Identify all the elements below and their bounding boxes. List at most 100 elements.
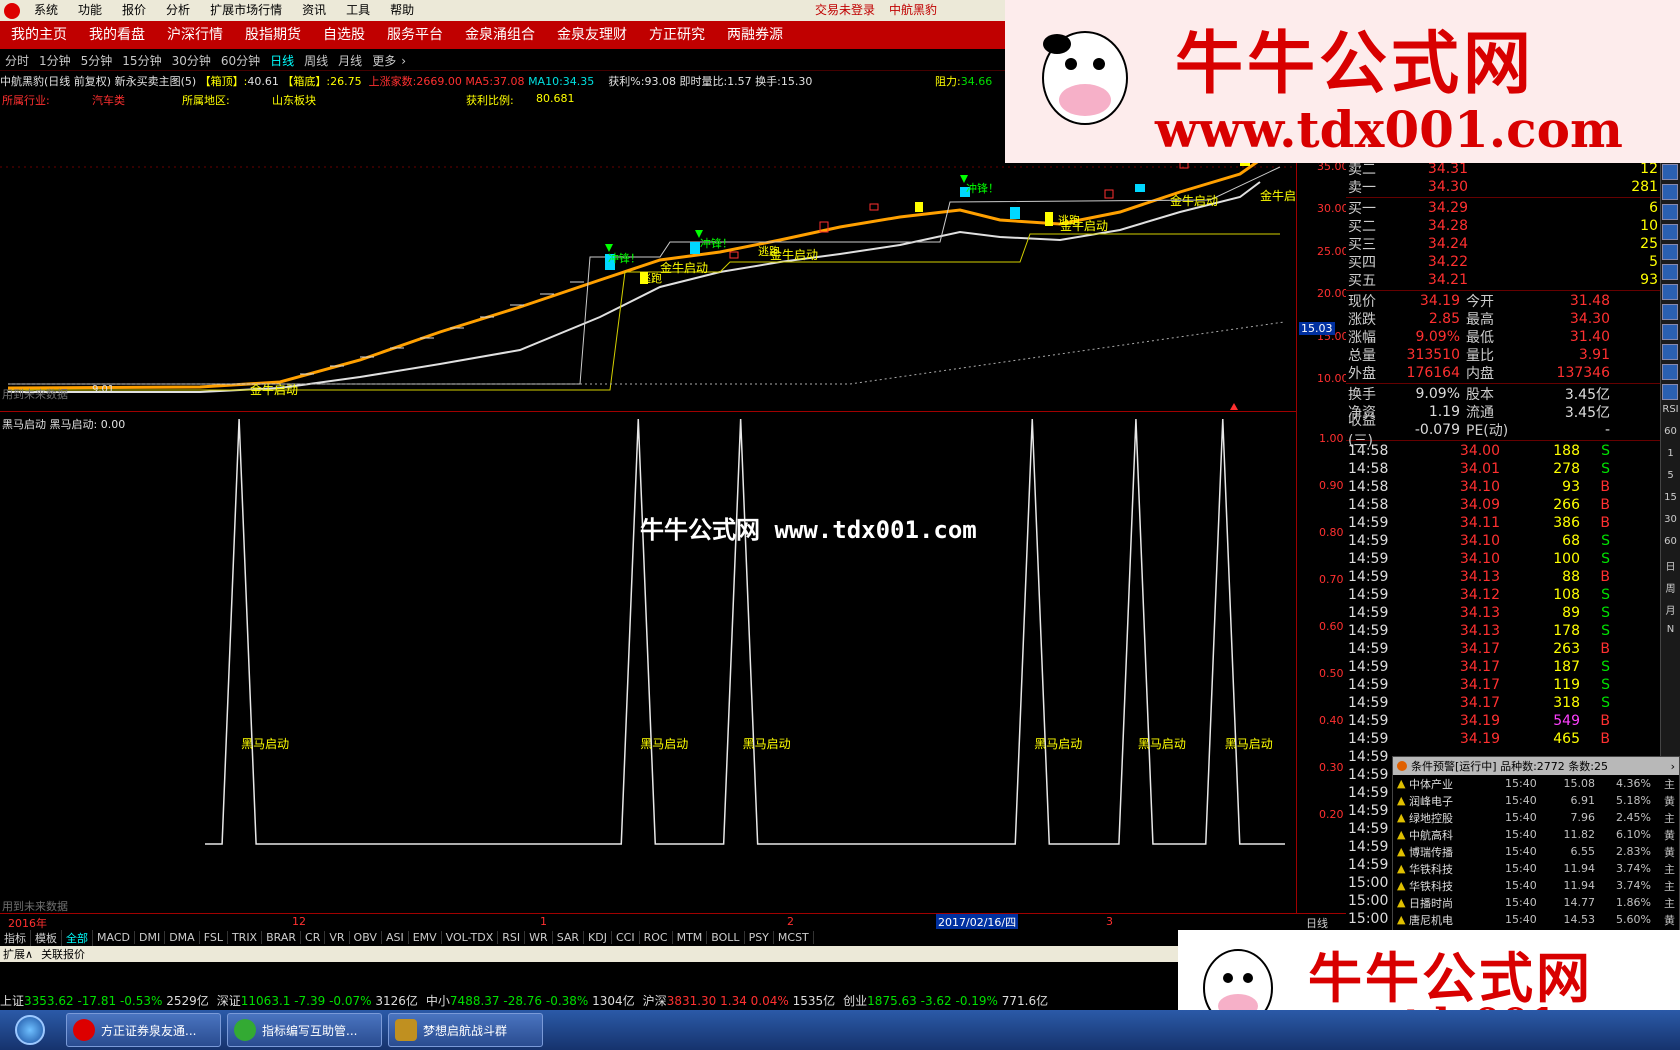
related-quote-button[interactable]: 关联报价: [41, 946, 85, 962]
period-more[interactable]: 更多: [367, 52, 401, 69]
start-button[interactable]: [0, 1010, 60, 1050]
ad-banner-top[interactable]: 牛牛公式网 www.tdx001.com: [1005, 0, 1680, 163]
period-60min[interactable]: 60分钟: [216, 52, 265, 69]
indicator-tab-16[interactable]: WR: [525, 931, 553, 944]
tool-label[interactable]: RSI: [1661, 404, 1680, 426]
indicator-tab-24[interactable]: MCST: [774, 931, 814, 944]
taskbar-app-group[interactable]: 梦想启航战斗群: [388, 1013, 543, 1047]
alert-row[interactable]: ▲ 润峰电子 15:40 6.91 5.18% 黄: [1393, 792, 1679, 809]
nav-portfolio[interactable]: 金泉涌组合: [454, 21, 546, 49]
tool-icon[interactable]: [1662, 324, 1678, 340]
buy-level-3[interactable]: 买四 34.22 5: [1346, 253, 1660, 271]
indicator-tab-1[interactable]: 模板: [31, 929, 62, 946]
tool-icon[interactable]: [1662, 224, 1678, 240]
taskbar-app-formula[interactable]: 指标编写互助管...: [227, 1013, 382, 1047]
period-daily[interactable]: 日线: [265, 52, 299, 69]
period-15min[interactable]: 15分钟: [117, 52, 166, 69]
indicator-tab-12[interactable]: ASI: [382, 931, 409, 944]
index-0[interactable]: 上证3353.62 -17.81 -0.53% 2529亿: [0, 992, 209, 1009]
indicator-tab-21[interactable]: MTM: [673, 931, 708, 944]
tool-icon[interactable]: [1662, 284, 1678, 300]
alert-row[interactable]: ▲ 中体产业 15:40 15.08 4.36% 主: [1393, 775, 1679, 792]
indicator-tab-9[interactable]: CR: [301, 931, 326, 944]
alert-row[interactable]: ▲ 华铁科技 15:40 11.94 3.74% 主: [1393, 877, 1679, 894]
nav-watchlist[interactable]: 自选股: [312, 21, 376, 49]
alert-row[interactable]: ▲ 华铁科技 15:40 11.94 3.74% 主: [1393, 860, 1679, 877]
period-label-daily[interactable]: 日线: [1306, 915, 1328, 931]
tool-label[interactable]: 月: [1661, 602, 1680, 624]
indicator-tab-10[interactable]: VR: [325, 931, 350, 944]
indicator-tab-6[interactable]: FSL: [200, 931, 228, 944]
tool-label[interactable]: 15: [1661, 492, 1680, 514]
indicator-tab-5[interactable]: DMA: [165, 931, 200, 944]
period-30min[interactable]: 30分钟: [167, 52, 216, 69]
menu-item-news[interactable]: 资讯: [292, 0, 336, 21]
taskbar-app-trader[interactable]: 方正证券泉友通...: [66, 1013, 221, 1047]
period-monthly[interactable]: 月线: [333, 52, 367, 69]
indicator-tab-17[interactable]: SAR: [553, 931, 585, 944]
buy-level-1[interactable]: 买二 34.28 10: [1346, 217, 1660, 235]
period-1min[interactable]: 1分钟: [34, 52, 76, 69]
black-horse-indicator-chart[interactable]: 黑马启动 黑马启动: 0.00 黑马启动 黑马启动 黑马启动 黑马启动 黑马启动 黑马启动…: [0, 414, 1296, 914]
menu-item-ext-market[interactable]: 扩展市场行情: [200, 0, 292, 21]
indicator-tab-8[interactable]: BRAR: [262, 931, 302, 944]
tool-icon[interactable]: [1662, 304, 1678, 320]
indicator-tab-15[interactable]: RSI: [498, 931, 526, 944]
sell-level-1[interactable]: 卖一 34.30 281: [1346, 178, 1660, 196]
nav-home[interactable]: 我的主页: [0, 21, 78, 49]
alert-header[interactable]: 条件预警[运行中] 品种数:2772 条数:25 ›: [1393, 757, 1679, 775]
tool-icon[interactable]: [1662, 164, 1678, 180]
ext-toggle-button[interactable]: 扩展∧: [3, 946, 33, 962]
indicator-tab-11[interactable]: OBV: [350, 931, 382, 944]
tool-icon[interactable]: [1662, 244, 1678, 260]
indicator-tab-13[interactable]: EMV: [409, 931, 442, 944]
index-2[interactable]: 中小7488.37 -28.76 -0.38% 1304亿: [426, 992, 635, 1009]
indicator-tab-14[interactable]: VOL-TDX: [442, 931, 499, 944]
nav-finance[interactable]: 金泉友理财: [546, 21, 638, 49]
indicator-tab-19[interactable]: CCI: [612, 931, 640, 944]
buy-level-4[interactable]: 买五 34.21 93: [1346, 271, 1660, 289]
indicator-tab-22[interactable]: BOLL: [707, 931, 745, 944]
indicator-tab-7[interactable]: TRIX: [228, 931, 263, 944]
indicator-tab-18[interactable]: KDJ: [584, 931, 612, 944]
index-4[interactable]: 创业1875.63 -3.62 -0.19% 771.6亿: [843, 992, 1048, 1009]
tool-icon[interactable]: [1662, 184, 1678, 200]
period-weekly[interactable]: 周线: [299, 52, 333, 69]
tool-icon[interactable]: [1662, 364, 1678, 380]
tool-label[interactable]: N: [1661, 624, 1680, 646]
buy-level-0[interactable]: 买一 34.29 6: [1346, 199, 1660, 217]
nav-service[interactable]: 服务平台: [376, 21, 454, 49]
menu-item-analysis[interactable]: 分析: [156, 0, 200, 21]
chevron-right-icon[interactable]: ›: [401, 54, 406, 68]
period-5min[interactable]: 5分钟: [76, 52, 118, 69]
indicator-tab-4[interactable]: DMI: [135, 931, 166, 944]
alert-row[interactable]: ▲ 唐尼机电 15:40 14.53 5.60% 黄: [1393, 911, 1679, 928]
tool-label[interactable]: 1: [1661, 448, 1680, 470]
nav-margin[interactable]: 两融券源: [716, 21, 794, 49]
alert-row[interactable]: ▲ 中航高科 15:40 11.82 6.10% 黄: [1393, 826, 1679, 843]
tool-label[interactable]: 30: [1661, 514, 1680, 536]
tool-label[interactable]: 周: [1661, 580, 1680, 602]
indicator-tab-20[interactable]: ROC: [640, 931, 673, 944]
menu-item-system[interactable]: 系统: [24, 0, 68, 21]
tool-icon[interactable]: [1662, 264, 1678, 280]
buy-level-2[interactable]: 买三 34.24 25: [1346, 235, 1660, 253]
nav-futures[interactable]: 股指期货: [234, 21, 312, 49]
indicator-tab-3[interactable]: MACD: [93, 931, 135, 944]
menu-item-help[interactable]: 帮助: [380, 0, 424, 21]
index-3[interactable]: 沪深3831.30 1.34 0.04% 1535亿: [643, 992, 835, 1009]
indicator-tab-2[interactable]: 全部: [62, 929, 93, 946]
menu-item-tools[interactable]: 工具: [336, 0, 380, 21]
nav-market[interactable]: 沪深行情: [156, 21, 234, 49]
tool-label[interactable]: 60: [1661, 426, 1680, 448]
indicator-svg[interactable]: 黑马启动 黑马启动 黑马启动 黑马启动 黑马启动 黑马启动: [0, 414, 1296, 914]
tool-icon[interactable]: [1662, 384, 1678, 400]
index-1[interactable]: 深证11063.1 -7.39 -0.07% 3126亿: [217, 992, 418, 1009]
condition-alert-panel[interactable]: 条件预警[运行中] 品种数:2772 条数:25 › ▲ 中体产业 15:40 15.…: [1392, 756, 1680, 936]
alert-row[interactable]: ▲ 博瑞传播 15:40 6.55 2.83% 黄: [1393, 843, 1679, 860]
alert-row[interactable]: ▲ 日播时尚 15:40 14.77 1.86% 主: [1393, 894, 1679, 911]
alert-row[interactable]: ▲ 绿地控股 15:40 7.96 2.45% 主: [1393, 809, 1679, 826]
indicator-tab-0[interactable]: 指标: [0, 929, 31, 946]
indicator-tab-23[interactable]: PSY: [745, 931, 774, 944]
tool-label[interactable]: 日: [1661, 558, 1680, 580]
